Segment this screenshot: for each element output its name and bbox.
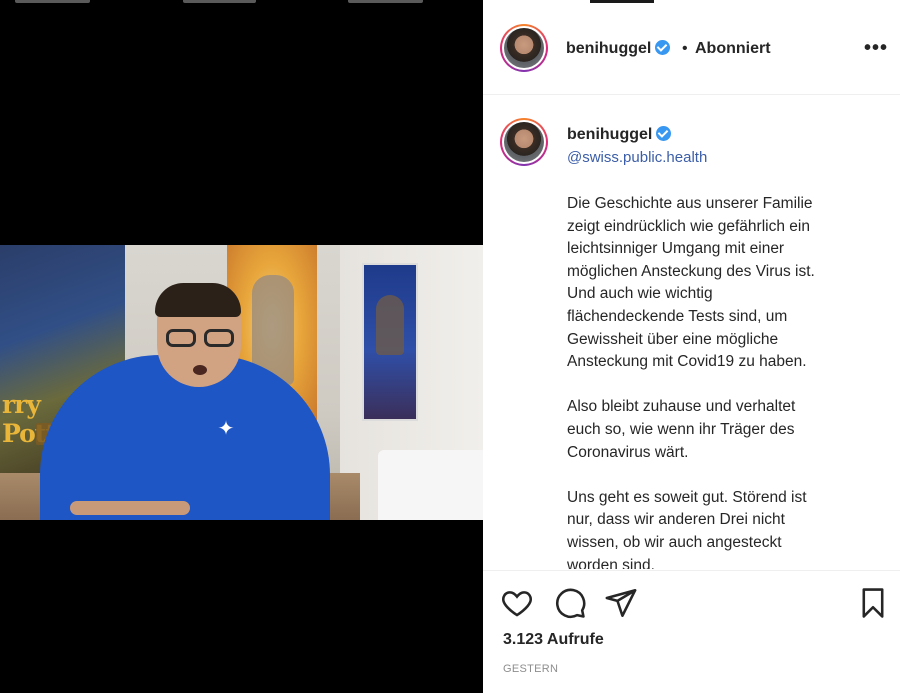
share-icon[interactable] [604, 586, 638, 620]
post-panel: benihuggel • Abonniert ••• benihuggel @s… [483, 0, 900, 693]
header-username-link[interactable]: benihuggel [566, 40, 671, 58]
video-bed [378, 450, 483, 520]
follow-status-button[interactable]: Abonniert [695, 40, 771, 58]
post-actions: 3.123 Aufrufe GESTERN [483, 570, 900, 693]
avatar-image [504, 122, 544, 162]
video-person-mouth [193, 365, 207, 375]
verified-badge-icon [655, 40, 671, 55]
bookmark-icon[interactable] [856, 586, 890, 620]
caption-username-link[interactable]: benihuggel [567, 126, 672, 144]
jumpman-logo-icon: ✦ [217, 418, 235, 440]
header-username[interactable]: benihuggel [566, 40, 651, 57]
verified-badge-icon [656, 126, 672, 141]
post-caption: benihuggel @swiss.public.health Die Gesc… [483, 96, 900, 569]
caption-paragraph: Die Geschichte aus unserer Familie zeigt… [567, 195, 815, 371]
caption-paragraph: Also bleibt zuhause und verhaltet euch s… [567, 398, 796, 461]
poster-figure [376, 295, 404, 355]
video-person-hand [70, 501, 190, 515]
caption-mention-link[interactable]: @swiss.public.health [567, 149, 707, 166]
heart-icon[interactable] [500, 586, 534, 620]
post-timestamp[interactable]: GESTERN [503, 663, 558, 675]
story-progress-bar [15, 0, 90, 3]
media-area: rry Potter ✦ [0, 0, 483, 693]
story-progress-bar [183, 0, 256, 3]
comment-icon[interactable] [553, 586, 587, 620]
caption-text: Die Geschichte aus unserer Familie zeigt… [567, 193, 867, 569]
avatar[interactable] [500, 24, 548, 72]
post-header: benihuggel • Abonniert ••• [483, 0, 900, 95]
caption-avatar[interactable] [500, 118, 548, 166]
more-horizontal-icon[interactable]: ••• [864, 37, 888, 60]
view-count[interactable]: 3.123 Aufrufe [503, 631, 604, 649]
caption-paragraph: Uns geht es soweit gut. Störend ist nur,… [567, 488, 807, 569]
video-player[interactable]: rry Potter ✦ [0, 245, 483, 520]
video-person-hair [155, 283, 241, 317]
caption-username[interactable]: benihuggel [567, 126, 652, 143]
video-person-glasses [166, 329, 234, 347]
header-separator: • [682, 40, 688, 57]
story-progress-bar [348, 0, 423, 3]
avatar-image [504, 28, 544, 68]
